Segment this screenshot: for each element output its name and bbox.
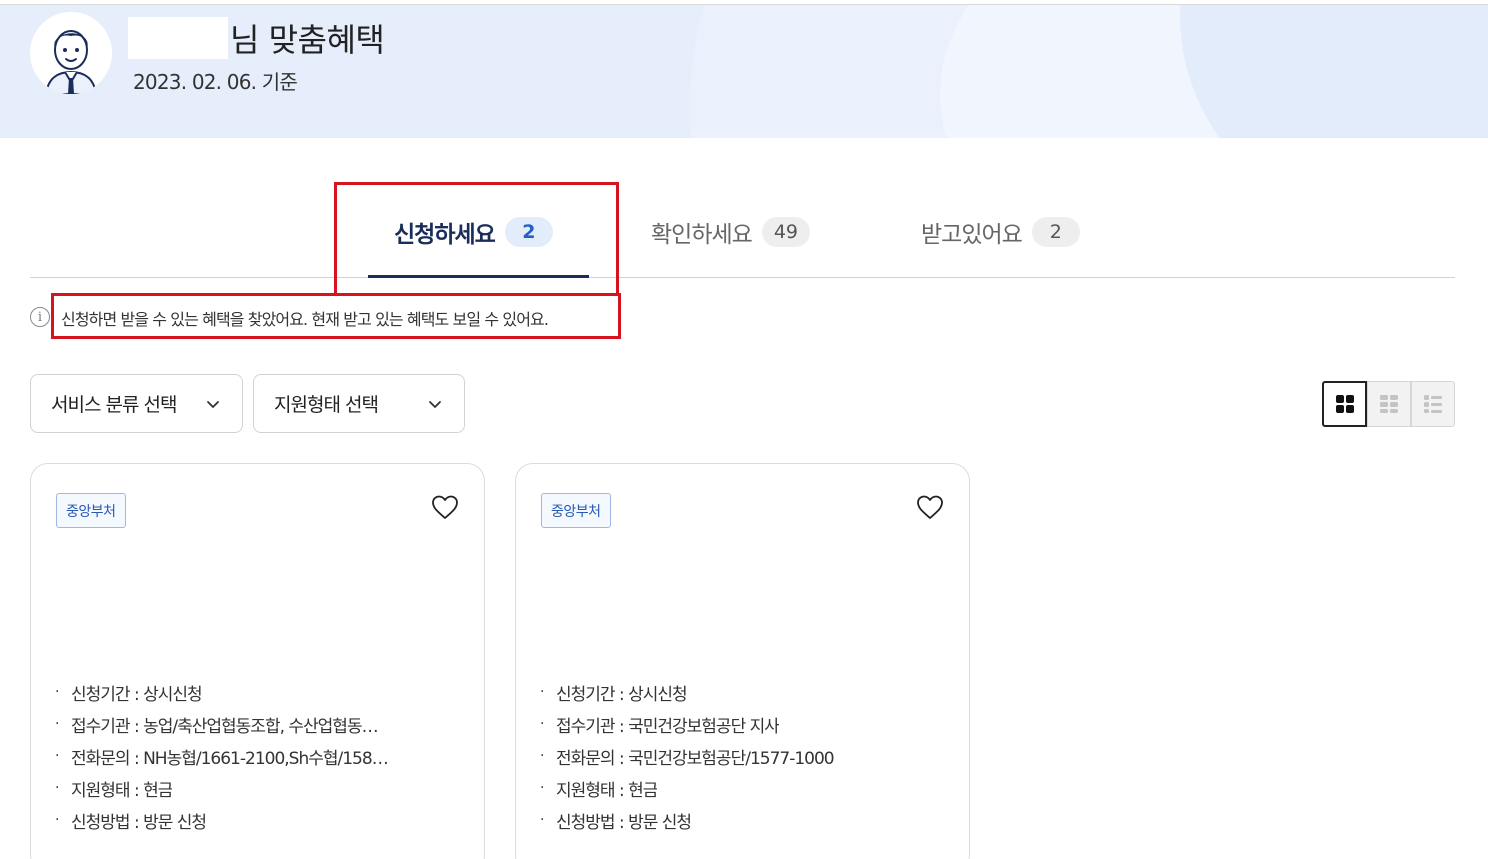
settings-link-edge[interactable] xyxy=(1312,5,1452,9)
chevron-down-icon xyxy=(429,401,441,408)
notice-text: 신청하면 받을 수 있는 혜택을 찾았어요. 현재 받고 있는 혜택도 보일 수… xyxy=(61,310,549,329)
support-type-select[interactable]: 지원형태 선택 xyxy=(253,374,465,433)
benefit-card[interactable]: 중앙부처 · 신청기간 : 상시신청 · 접수기관 : 농업/축산업협동조합, 수산… xyxy=(30,463,485,859)
select-value: 서비스 분류 선택 xyxy=(51,394,177,416)
detail-text: 전화문의 : NH농협/1661-2100,Sh수협/158… xyxy=(71,748,388,769)
service-category-select[interactable]: 서비스 분류 선택 xyxy=(30,374,243,433)
detail-text: 신청방법 : 방문 신청 xyxy=(556,812,692,833)
detail-text: 신청방법 : 방문 신청 xyxy=(71,812,207,833)
banner-title: 님 맞춤혜택 xyxy=(230,21,385,59)
tab-count-badge: 49 xyxy=(761,217,810,247)
detail-item: · 신청기간 : 상시신청 xyxy=(55,676,475,708)
detail-text: 지원형태 : 현금 xyxy=(71,780,173,801)
detail-item: · 접수기관 : 농업/축산업협동조합, 수산업협동… xyxy=(55,708,475,740)
tab-count-badge: 2 xyxy=(504,217,553,247)
detail-item: · 신청기간 : 상시신청 xyxy=(540,676,960,708)
banner-decoration xyxy=(1180,5,1488,138)
tab-label: 신청하세요 xyxy=(394,222,496,248)
card-details: · 신청기간 : 상시신청 · 접수기관 : 농업/축산업협동조합, 수산업협동… … xyxy=(55,676,475,836)
tab-label: 받고있어요 xyxy=(921,222,1023,248)
category-badge: 중앙부처 xyxy=(56,493,126,528)
reference-date: 2023. 02. 06. 기준 xyxy=(133,70,298,94)
detail-item: · 신청방법 : 방문 신청 xyxy=(55,804,475,836)
tab-label: 확인하세요 xyxy=(651,222,753,248)
tab-check[interactable]: 확인하세요 49 xyxy=(651,210,810,254)
grid-view-icon xyxy=(1335,395,1354,413)
detail-text: 전화문의 : 국민건강보험공단/1577-1000 xyxy=(556,748,834,769)
grid-view-button[interactable] xyxy=(1322,381,1367,427)
category-badge: 중앙부처 xyxy=(541,493,611,528)
benefit-card[interactable]: 중앙부처 · 신청기간 : 상시신청 · 접수기관 : 국민건강보험공단 지사 · 전… xyxy=(515,463,970,859)
detail-item: · 신청방법 : 방문 신청 xyxy=(540,804,960,836)
view-mode-toggle xyxy=(1322,381,1455,427)
active-tab-indicator xyxy=(368,275,589,278)
heart-icon[interactable] xyxy=(916,494,944,520)
list-view-button[interactable] xyxy=(1411,381,1455,427)
detail-text: 지원형태 : 현금 xyxy=(556,780,658,801)
user-avatar-icon xyxy=(30,12,112,94)
card-details: · 신청기간 : 상시신청 · 접수기관 : 국민건강보험공단 지사 · 전화문의 :… xyxy=(540,676,960,836)
chevron-down-icon xyxy=(207,401,219,408)
tab-apply[interactable]: 신청하세요 2 xyxy=(394,210,553,254)
detail-text: 접수기관 : 농업/축산업협동조합, 수산업협동… xyxy=(71,716,378,737)
select-value: 지원형태 선택 xyxy=(274,394,379,416)
tabs-divider xyxy=(30,277,1455,278)
masked-user-name xyxy=(128,17,228,59)
detail-text: 접수기관 : 국민건강보험공단 지사 xyxy=(556,716,779,737)
detail-item: · 지원형태 : 현금 xyxy=(540,772,960,804)
detail-text: 신청기간 : 상시신청 xyxy=(556,684,687,705)
heart-icon[interactable] xyxy=(431,494,459,520)
detail-item: · 전화문의 : NH농협/1661-2100,Sh수협/158… xyxy=(55,740,475,772)
list-view-icon xyxy=(1424,395,1442,413)
tab-receiving[interactable]: 받고있어요 2 xyxy=(921,210,1080,254)
detail-item: · 전화문의 : 국민건강보험공단/1577-1000 xyxy=(540,740,960,772)
detail-item: · 접수기관 : 국민건강보험공단 지사 xyxy=(540,708,960,740)
detail-text: 신청기간 : 상시신청 xyxy=(71,684,202,705)
card-list-view-button[interactable] xyxy=(1367,381,1411,427)
info-icon: i xyxy=(30,307,50,327)
tab-count-badge: 2 xyxy=(1031,217,1080,247)
profile-banner: 님 맞춤혜택 2023. 02. 06. 기준 xyxy=(0,5,1488,138)
card-list-view-icon xyxy=(1380,395,1398,413)
detail-item: · 지원형태 : 현금 xyxy=(55,772,475,804)
